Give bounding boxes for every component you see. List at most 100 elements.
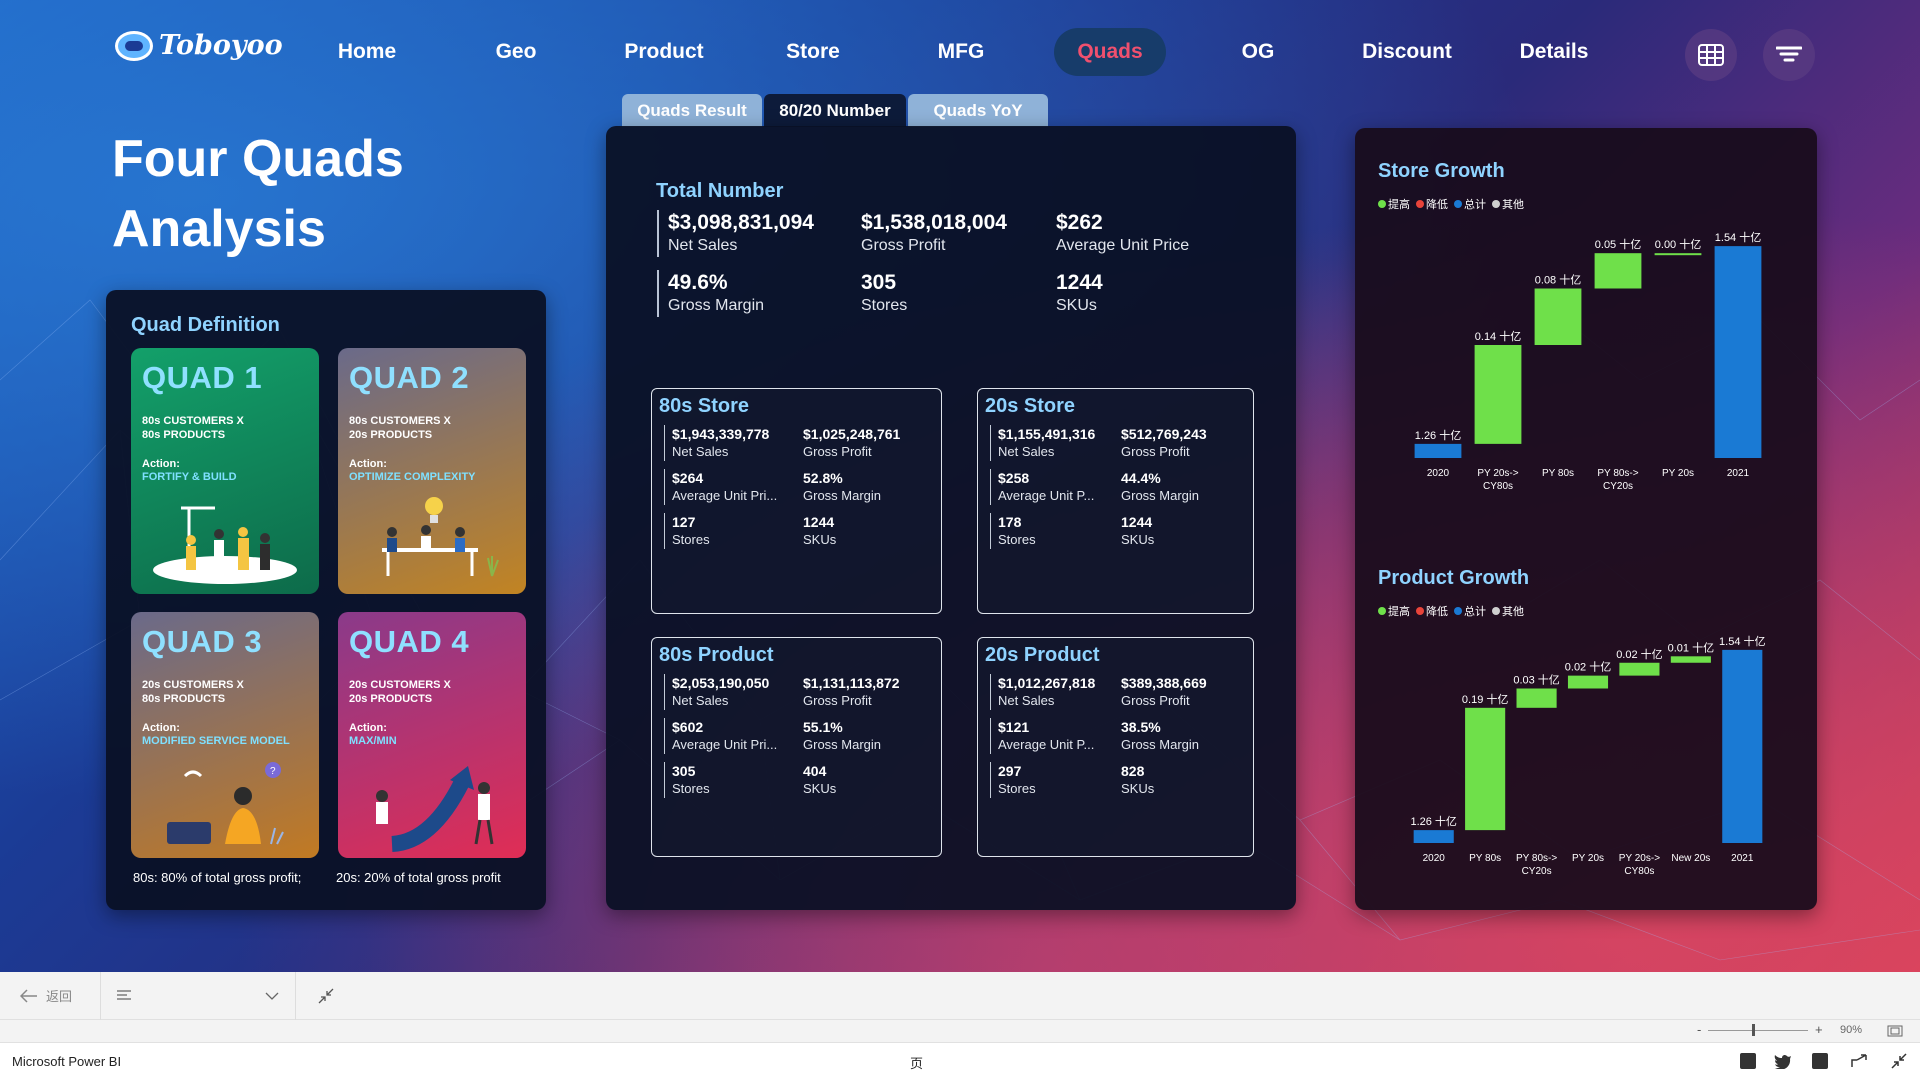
page-indicator: 页 — [910, 1056, 924, 1071]
grid-button[interactable] — [1685, 29, 1737, 81]
x-tick-label: 2020 — [1423, 853, 1446, 864]
bar-py-20s-cy80s[interactable] — [1619, 662, 1660, 676]
fit-to-page-icon[interactable] — [1887, 1025, 1903, 1037]
customer-service-illustration: ? — [167, 762, 284, 845]
bar-py-20s-cy80s[interactable] — [1474, 345, 1522, 444]
linkedin-icon[interactable] — [1812, 1053, 1828, 1069]
share-icon[interactable] — [1851, 1054, 1867, 1068]
arrow-left-icon — [20, 988, 37, 1003]
box-20s-store[interactable]: 20s Store $1,155,491,316 Net Sales $512,7… — [977, 388, 1254, 614]
fullscreen-exit-icon[interactable] — [1891, 1053, 1907, 1069]
zoom-bar: - + 90% — [0, 1020, 1920, 1042]
kv-net-sales: $1,943,339,778 Net Sales — [664, 425, 769, 461]
quad-2-card[interactable]: QUAD 2 80s CUSTOMERS X 20s PRODUCTS Actio… — [338, 348, 526, 594]
quad-1-card[interactable]: QUAD 1 80s CUSTOMERS X 80s PRODUCTS Actio… — [131, 348, 319, 594]
nav-discount[interactable]: Discount — [1350, 28, 1464, 76]
legend-increase: 提高 — [1378, 196, 1410, 212]
bar-py-80s[interactable] — [1465, 707, 1506, 831]
box-20s-product-title: 20s Product — [985, 644, 1100, 666]
quad-1-title: QUAD 1 — [142, 360, 263, 395]
facebook-icon[interactable] — [1740, 1053, 1756, 1069]
bar-py-20s[interactable] — [1567, 675, 1609, 689]
quad-3-card[interactable]: QUAD 3 20s CUSTOMERS X 80s PRODUCTS Actio… — [131, 612, 319, 858]
kv-average-unit-price: $121 Average Unit P... — [990, 718, 1094, 754]
kv-gross-profit: $512,769,243 Gross Profit — [1121, 426, 1207, 459]
nav-home[interactable]: Home — [322, 28, 412, 76]
x-tick-label: New 20s — [1671, 853, 1710, 864]
kv-average-unit-price: $602 Average Unit Pri... — [664, 718, 777, 754]
nav-mfg[interactable]: MFG — [922, 28, 1000, 76]
nav-quads[interactable]: Quads — [1054, 28, 1166, 76]
box-80s-product-title: 80s Product — [659, 644, 774, 666]
page-selector[interactable] — [100, 972, 296, 1020]
quad-4-card[interactable]: QUAD 4 20s CUSTOMERS X 20s PRODUCTS Actio… — [338, 612, 526, 858]
zoom-level: 90% — [1840, 1024, 1863, 1036]
data-label: 0.01 十亿 — [1668, 640, 1714, 654]
store-growth-chart[interactable]: 1.26 十亿 2020 0.14 十亿 PY 20s-> CY80s 0.08 十亿 PY… — [1378, 216, 1798, 506]
x-tick-label: PY 20s — [1572, 853, 1604, 864]
box-20s-product[interactable]: 20s Product $1,012,267,818 Net Sales $389… — [977, 637, 1254, 857]
data-label: 0.05 十亿 — [1595, 237, 1641, 251]
nav-details[interactable]: Details — [1508, 28, 1600, 76]
zoom-out-button[interactable]: - — [1697, 1022, 1701, 1037]
nav-store[interactable]: Store — [772, 28, 854, 76]
bar-py-80s[interactable] — [1534, 288, 1582, 346]
quad-4-desc: 20s CUSTOMERS X 20s PRODUCTS — [349, 679, 451, 705]
bar-new-20s[interactable] — [1670, 656, 1711, 663]
data-label: 1.26 十亿 — [1415, 428, 1461, 442]
store-growth-legend: 提高 降低 总计 其他 — [1378, 196, 1524, 212]
data-label: 0.03 十亿 — [1513, 673, 1559, 687]
kv-gross-profit: $1,025,248,761 Gross Profit — [803, 426, 901, 459]
x-tick-label: 2020 — [1427, 468, 1450, 479]
bar-2021[interactable] — [1722, 649, 1763, 843]
nav-og[interactable]: OG — [1222, 28, 1294, 76]
filter-button[interactable] — [1763, 29, 1815, 81]
kv-skus: 1244 SKUs — [803, 514, 837, 547]
x-tick-label: PY 20s — [1662, 468, 1694, 479]
filter-icon — [1776, 46, 1802, 62]
nav-product[interactable]: Product — [612, 28, 716, 76]
collapse-icon[interactable] — [318, 988, 334, 1004]
bar-2020[interactable] — [1413, 830, 1454, 843]
data-label: 0.00 十亿 — [1655, 237, 1701, 251]
zoom-slider[interactable] — [1708, 1030, 1808, 1031]
nav-geo[interactable]: Geo — [478, 28, 554, 76]
bar-py-80s-cy20s[interactable] — [1594, 253, 1642, 289]
kv-stores: 127 Stores — [664, 513, 710, 549]
tab-80-20-number[interactable]: 80/20 Number — [764, 94, 906, 127]
x-tick-label: CY20s — [1603, 481, 1633, 492]
back-button[interactable]: 返回 — [20, 986, 72, 1005]
x-tick-label: CY80s — [1483, 481, 1513, 492]
zoom-slider-thumb[interactable] — [1752, 1024, 1755, 1036]
kv-gross-margin: 52.8% Gross Margin — [803, 470, 882, 503]
box-80s-product[interactable]: 80s Product $2,053,190,050 Net Sales $1,1… — [651, 637, 942, 857]
bar-py-80s-cy20s[interactable] — [1516, 688, 1557, 708]
product-growth-legend: 提高 降低 总计 其他 — [1378, 603, 1524, 619]
x-tick-label: CY20s — [1522, 866, 1552, 877]
x-tick-label: CY80s — [1624, 866, 1654, 877]
legend-increase: 提高 — [1378, 603, 1410, 619]
quad-3-action-label: Action: — [142, 722, 180, 734]
footnote-80s: 80s: 80% of total gross profit; — [133, 870, 302, 885]
x-tick-label: PY 80s — [1469, 853, 1501, 864]
tab-quads-result[interactable]: Quads Result — [622, 94, 762, 127]
data-label: 0.19 十亿 — [1462, 692, 1508, 706]
product-growth-chart[interactable]: 1.26 十亿 2020 0.19 十亿 PY 80s 0.03 十亿 PY 80s-> C… — [1378, 623, 1798, 893]
bar-py-20s[interactable] — [1654, 253, 1702, 256]
kv-stores: 178 Stores — [990, 513, 1036, 549]
x-tick-label: PY 20s-> — [1477, 468, 1518, 479]
bar-2020[interactable] — [1414, 443, 1462, 458]
x-tick-label: 2021 — [1727, 468, 1750, 479]
kv-net-sales: $2,053,190,050 Net Sales — [664, 674, 769, 710]
metric-gross-margin: 49.6% Gross Margin — [657, 270, 764, 317]
zoom-in-button[interactable]: + — [1815, 1022, 1823, 1037]
legend-total: 总计 — [1454, 603, 1486, 619]
pages-list-icon — [117, 990, 131, 1000]
tab-quads-yoy[interactable]: Quads YoY — [908, 94, 1048, 127]
kv-skus: 1244 SKUs — [1121, 514, 1155, 547]
kv-stores: 305 Stores — [664, 762, 710, 798]
bar-2021[interactable] — [1714, 246, 1762, 458]
box-80s-store[interactable]: 80s Store $1,943,339,778 Net Sales $1,025… — [651, 388, 942, 614]
kv-gross-margin: 44.4% Gross Margin — [1121, 470, 1200, 503]
twitter-icon[interactable] — [1774, 1054, 1792, 1069]
